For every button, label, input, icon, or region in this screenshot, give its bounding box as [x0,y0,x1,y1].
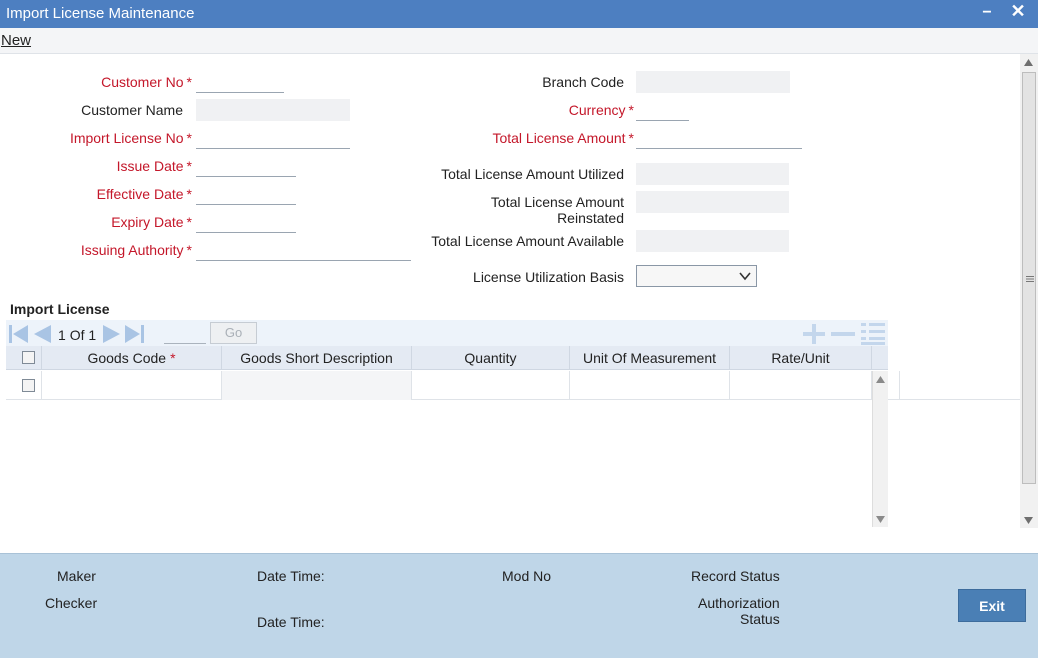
toolbar: New [0,28,1038,54]
pager-text: 1 Of 1 [58,327,96,343]
minimize-button[interactable]: − [978,4,996,22]
import-license-no-input[interactable] [196,127,350,149]
expiry-date-label: Expiry Date * [111,214,192,230]
authorization-status-label: Authorization Status [698,595,780,627]
total-license-amount-utilized-label: Total License Amount Utilized [441,166,624,182]
record-status-label: Record Status [691,568,780,584]
row-select-cell [6,371,42,400]
total-license-amount-available-field [636,230,789,252]
first-page-icon[interactable] [8,324,30,344]
license-utilization-basis-label: License Utilization Basis [473,269,624,285]
go-to-page-input[interactable] [164,322,206,344]
scroll-up-icon[interactable] [876,376,885,383]
authorization-status-line2: Status [740,611,780,627]
total-license-amount-reinstated-label: Total License Amount Reinstated [491,194,624,226]
delete-row-icon[interactable] [830,323,856,345]
license-utilization-basis-select[interactable] [636,265,757,287]
select-all-checkbox[interactable] [22,351,35,364]
currency-input[interactable] [636,99,689,121]
authorization-status-line1: Authorization [698,595,780,611]
mod-no-label: Mod No [502,568,552,584]
page-scroll-thumb[interactable] [1022,72,1036,484]
total-license-amount-input[interactable] [636,127,802,149]
issue-date-input[interactable] [196,155,296,177]
scroll-down-icon[interactable] [876,516,885,523]
goods-short-description-cell [222,371,412,400]
dropdown-arrow-icon [739,272,751,281]
import-license-section-title: Import License [10,301,110,317]
unit-of-measurement-cell[interactable] [570,371,730,400]
total-license-amount-reinstated-field [636,191,789,213]
page-scroll-up-icon[interactable] [1024,59,1033,66]
pager-current: 1 [58,327,66,343]
add-row-icon[interactable] [802,323,826,345]
col-goods-code[interactable]: Goods Code * [42,346,222,370]
new-link[interactable]: New [1,32,31,49]
customer-no-input[interactable] [196,71,284,93]
total-license-amount-available-label: Total License Amount Available [431,233,624,249]
grid-header: Goods Code * Goods Short Description Quan… [6,346,888,370]
total-license-amount-utilized-field [636,163,789,185]
effective-date-input[interactable] [196,183,296,205]
row-checkbox[interactable] [22,379,35,392]
goods-code-cell[interactable] [42,371,222,400]
last-page-icon[interactable] [124,324,146,344]
issuing-authority-label: Issuing Authority * [80,242,192,258]
close-button[interactable]: ✕ [1008,1,1028,21]
maker-date-time-label: Date Time: [257,568,325,584]
issuing-authority-input[interactable] [196,239,411,261]
customer-name-label: Customer Name [81,102,183,118]
checker-label: Checker [45,595,98,611]
reinstated-label-line1: Total License Amount [490,194,624,210]
grid-scrollbar[interactable] [872,371,888,527]
pager-total: 1 [88,327,97,343]
total-license-amount-label: Total License Amount * [492,130,634,146]
next-page-icon[interactable] [102,324,122,344]
exit-button[interactable]: Exit [958,589,1026,622]
window-title: Import License Maintenance [6,5,195,22]
col-unit-of-measurement[interactable]: Unit Of Measurement [570,346,730,370]
effective-date-label: Effective Date * [96,186,192,202]
grip-icon [1026,276,1034,282]
select-all-cell [6,346,42,370]
expiry-date-input[interactable] [196,211,296,233]
table-row [6,371,1020,400]
page-scrollbar[interactable] [1020,54,1038,528]
pager-of: Of [69,327,85,343]
customer-no-label: Customer No * [101,74,192,90]
maker-label: Maker [57,568,96,584]
prev-page-icon[interactable] [32,324,52,344]
col-rate-unit[interactable]: Rate/Unit [730,346,872,370]
reinstated-label-line2: Reinstated [557,210,624,226]
go-button[interactable]: Go [210,322,257,344]
import-license-no-label: Import License No * [69,130,192,146]
issue-date-label: Issue Date * [116,158,192,174]
quantity-cell[interactable] [412,371,570,400]
checker-date-time-label: Date Time: [257,614,325,630]
branch-code-field [636,71,790,93]
single-view-icon[interactable] [860,322,886,346]
col-goods-short-description[interactable]: Goods Short Description [222,346,412,370]
branch-code-label: Branch Code [542,74,624,90]
rate-unit-cell[interactable] [730,371,872,400]
row-spacer [888,371,900,400]
currency-label: Currency * [568,102,634,118]
window-titlebar: Import License Maintenance − ✕ [0,0,1038,28]
col-quantity[interactable]: Quantity [412,346,570,370]
page-scroll-down-icon[interactable] [1024,517,1033,524]
grid-navigation-bar: 1 Of 1 Go [6,320,888,346]
customer-name-field [196,99,350,121]
audit-footer: Maker Checker Date Time: Date Time: Mod … [0,553,1038,658]
